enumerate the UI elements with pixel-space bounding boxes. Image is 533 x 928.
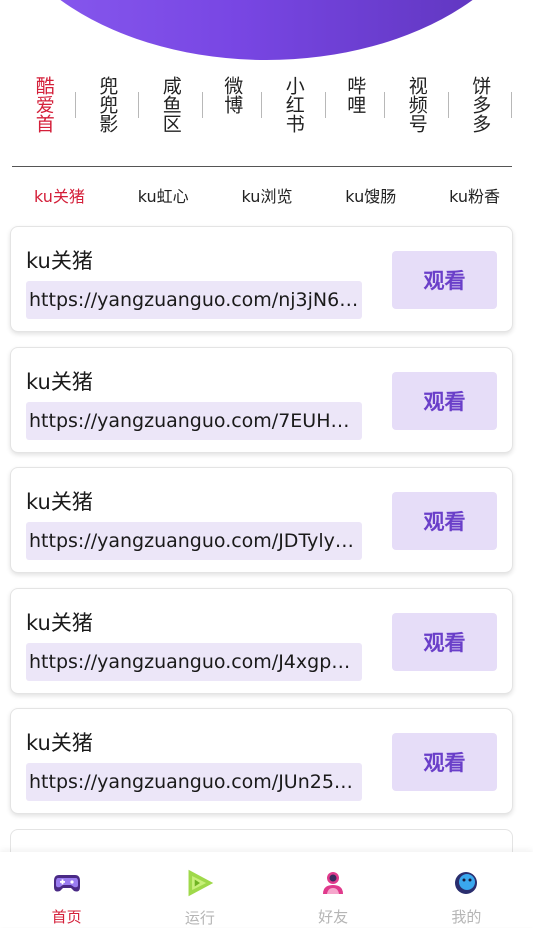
tab-label: 兜兜影 [96, 76, 119, 133]
tab-label: 视频号 [405, 76, 428, 133]
tab-category-1[interactable]: 酷爱首 [12, 76, 76, 133]
nav-label: 我的 [451, 908, 482, 926]
subtab-4[interactable]: ku馊肠 [345, 183, 396, 213]
link-card: ku关猪 https://yangzuanguo.com/7EUH… 观看 [10, 346, 513, 453]
tab-divider [511, 92, 512, 118]
play-icon [185, 868, 215, 898]
watch-button[interactable]: 观看 [392, 371, 497, 430]
nav-profile[interactable]: 我的 [400, 852, 533, 927]
tab-label: 哔哩 [344, 76, 367, 114]
card-title: ku关猪 [26, 731, 93, 755]
link-card: ku关猪 https://yangzuanguo.com/JUn25… 观看 [10, 708, 513, 814]
bottom-nav: 首页 运行 好友 我的 [0, 852, 533, 927]
link-card: ku关猪 https://yangzuanguo.com/J4xgp… 观看 [10, 587, 513, 694]
tab-label: 咸鱼区 [159, 76, 182, 133]
profile-icon [451, 868, 481, 897]
tab-category-6[interactable]: 哔哩 [326, 76, 385, 118]
nav-home[interactable]: 首页 [0, 852, 133, 927]
watch-button[interactable]: 观看 [392, 612, 497, 671]
tab-category-2[interactable]: 兜兜影 [76, 76, 139, 133]
tab-category-7[interactable]: 视频号 [385, 76, 449, 133]
header-banner [0, 0, 533, 60]
card-title: ku关猪 [26, 249, 93, 273]
nav-label: 运行 [184, 909, 215, 927]
card-url[interactable]: https://yangzuanguo.com/nj3jN6… [26, 281, 362, 319]
subtab-1[interactable]: ku关猪 [34, 183, 85, 213]
sub-tabs: ku关猪 ku虹心 ku浏览 ku馊肠 ku粉香 [12, 183, 512, 213]
watch-button[interactable]: 观看 [392, 251, 497, 309]
card-url[interactable]: https://yangzuanguo.com/JUn25… [26, 763, 362, 801]
tab-label: 酷爱首 [32, 76, 55, 133]
category-tabs: 酷爱首 兜兜影 咸鱼区 微博 小红书 哔哩 视频号 饼多多 [12, 76, 512, 167]
card-title: ku关猪 [26, 490, 93, 514]
nav-label: 首页 [51, 908, 82, 926]
tab-category-5[interactable]: 小红书 [262, 76, 326, 133]
card-title: ku关猪 [26, 369, 93, 394]
tab-label: 饼多多 [469, 76, 492, 133]
subtab-3[interactable]: ku浏览 [242, 183, 293, 213]
card-title: ku关猪 [26, 610, 93, 635]
link-card-list: ku关猪 https://yangzuanguo.com/nj3jN6… 观看 … [10, 226, 513, 873]
tab-label: 小红书 [282, 76, 305, 133]
watch-button[interactable]: 观看 [392, 492, 497, 550]
tab-category-8[interactable]: 饼多多 [449, 76, 512, 133]
subtab-5[interactable]: ku粉香 [449, 183, 500, 213]
link-card: ku关猪 https://yangzuanguo.com/JDTyly… 观看 [10, 467, 513, 573]
card-url[interactable]: https://yangzuanguo.com/JDTyly… [26, 522, 362, 560]
link-card: ku关猪 https://yangzuanguo.com/nj3jN6… 观看 [10, 226, 513, 332]
subtab-2[interactable]: ku虹心 [138, 183, 189, 213]
friend-icon [318, 868, 348, 897]
card-url[interactable]: https://yangzuanguo.com/7EUH… [26, 401, 362, 440]
gamepad-icon [52, 868, 82, 897]
nav-run[interactable]: 运行 [133, 852, 266, 927]
tab-category-4[interactable]: 微博 [203, 76, 262, 118]
nav-friends[interactable]: 好友 [267, 852, 400, 927]
card-url[interactable]: https://yangzuanguo.com/J4xgp… [26, 642, 362, 681]
watch-button[interactable]: 观看 [392, 733, 497, 791]
nav-label: 好友 [318, 908, 349, 926]
tab-label: 微博 [221, 76, 244, 114]
tab-category-3[interactable]: 咸鱼区 [139, 76, 203, 133]
